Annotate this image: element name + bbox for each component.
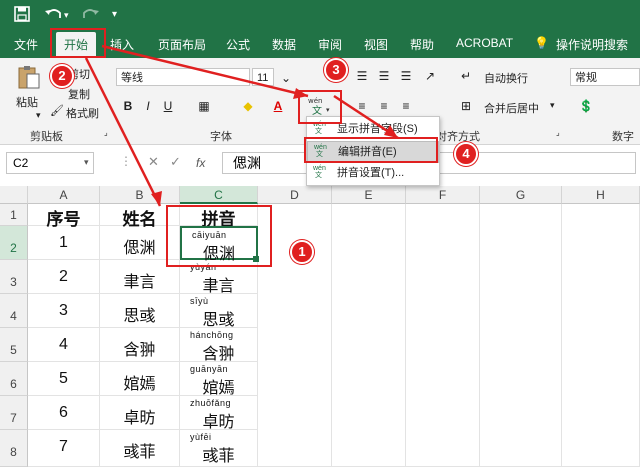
annotation-badge-4: 4 bbox=[454, 142, 478, 166]
annotation-badge-2: 2 bbox=[50, 64, 74, 88]
annotation-box-active-cell bbox=[166, 205, 272, 267]
annotation-box-phonetic-button bbox=[298, 90, 342, 124]
annotation-badge-3: 3 bbox=[324, 58, 348, 82]
annotation-box-home-tab bbox=[50, 28, 106, 58]
annotation-badge-1: 1 bbox=[290, 240, 314, 264]
annotation-box-edit-phonetic bbox=[304, 137, 438, 163]
annotation-arrows bbox=[84, 44, 399, 207]
